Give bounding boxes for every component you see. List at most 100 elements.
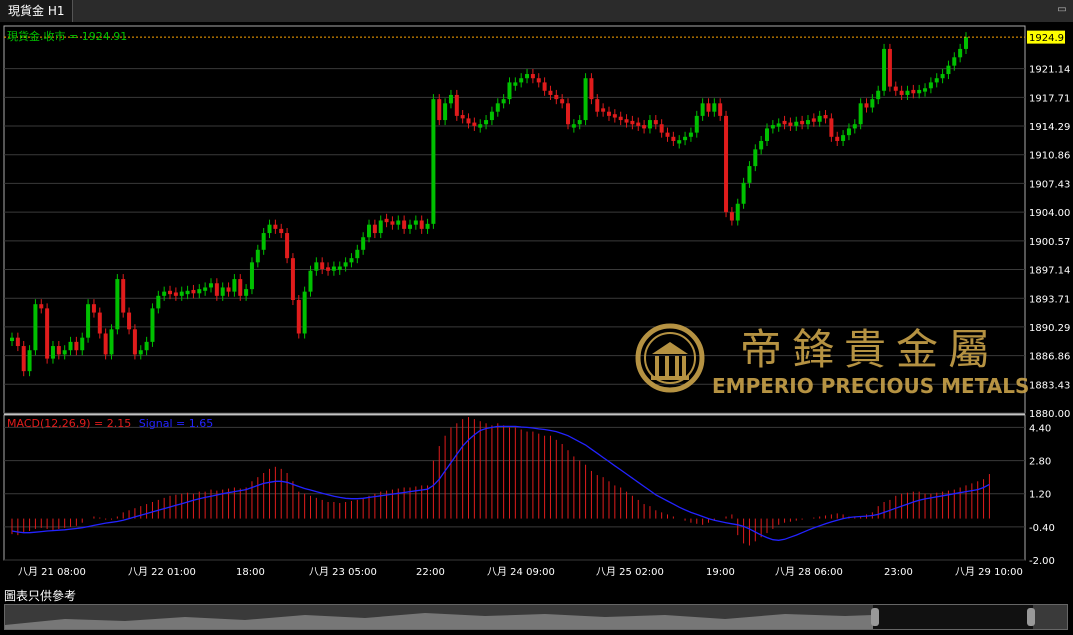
candle-body xyxy=(454,94,459,116)
watermark-cn-text: 帝鋒貴金屬 xyxy=(740,325,1000,374)
candle-body xyxy=(560,99,565,104)
candle-body xyxy=(589,78,594,100)
time-tick-label: 18:00 xyxy=(236,567,265,578)
price-tick-label: 1907.43 xyxy=(1029,179,1070,190)
candle-body xyxy=(121,279,126,313)
candle-body xyxy=(893,86,898,91)
candle-body xyxy=(636,122,641,126)
candle-body xyxy=(302,291,307,334)
candle-body xyxy=(226,287,231,292)
candle-body xyxy=(68,341,73,351)
candle-body xyxy=(56,346,61,355)
scrollbar-left-handle[interactable] xyxy=(871,608,879,626)
candle-body xyxy=(706,103,711,112)
candle-body xyxy=(694,115,699,133)
macd-tick-label: 4.40 xyxy=(1029,423,1051,434)
candle-body xyxy=(91,304,96,313)
price-tick-label: 1880.00 xyxy=(1029,409,1070,420)
maximize-icon[interactable]: ▭ xyxy=(1055,3,1069,17)
chart-scrollbar[interactable] xyxy=(4,604,1068,630)
candle-body xyxy=(115,279,120,330)
candle-body xyxy=(536,78,541,83)
candle-body xyxy=(162,291,167,296)
price-tick-label: 1886.86 xyxy=(1029,352,1070,363)
candle-body xyxy=(876,90,881,100)
price-chart[interactable]: 帝鋒貴金屬 EMPERIO PRECIOUS METALS 1921.14 191… xyxy=(0,22,1073,602)
tab-spot-gold-h1[interactable]: 現貨金 H1 xyxy=(0,0,74,22)
candle-body xyxy=(150,308,155,342)
candle-body xyxy=(238,279,243,296)
price-tick-label: 1921.14 xyxy=(1029,65,1070,76)
candle-body xyxy=(45,308,50,359)
candle-body xyxy=(934,78,939,83)
candle-body xyxy=(267,224,272,234)
candle-body xyxy=(864,103,869,108)
candle-body xyxy=(367,224,372,238)
candle-body xyxy=(407,224,412,229)
candle-body xyxy=(741,182,746,204)
candle-body xyxy=(899,90,904,95)
candle-body xyxy=(928,82,933,89)
candle-body xyxy=(33,304,38,351)
scrollbar-right-handle[interactable] xyxy=(1027,608,1035,626)
candle-body xyxy=(74,341,79,351)
candle-body xyxy=(460,115,465,119)
candle-body xyxy=(244,289,249,296)
macd-tick-label: 2.80 xyxy=(1029,457,1051,468)
candle-body xyxy=(852,124,857,129)
candle-body xyxy=(208,283,213,288)
candle-body xyxy=(647,120,652,129)
candle-body xyxy=(232,279,237,292)
candle-body xyxy=(448,94,453,104)
candle-body xyxy=(530,74,535,79)
time-tick-label: 22:00 xyxy=(416,567,445,578)
candle-body xyxy=(776,123,781,127)
candle-body xyxy=(887,48,892,87)
candle-body xyxy=(747,166,752,183)
candle-body xyxy=(425,223,430,229)
candle-body xyxy=(665,132,670,137)
candle-body xyxy=(612,114,617,118)
candle-body xyxy=(805,120,810,125)
price-tick-label: 1910.86 xyxy=(1029,151,1070,162)
candle-body xyxy=(203,287,208,291)
candle-body xyxy=(132,329,137,355)
price-tick-label: 1917.71 xyxy=(1029,93,1070,104)
macd-panel-title: MACD(12,26,9) = 2.15 Signal = 1.65 xyxy=(7,417,213,430)
price-tick-label: 1883.43 xyxy=(1029,380,1070,391)
candle-body xyxy=(811,118,816,122)
candle-body xyxy=(782,120,787,125)
candle-body xyxy=(846,128,851,136)
candle-body xyxy=(326,267,331,271)
scrollbar-visible-range[interactable] xyxy=(873,605,1033,629)
candle-body xyxy=(279,228,284,234)
candle-body xyxy=(759,140,764,150)
candle-body xyxy=(501,99,506,104)
time-tick-label: 八月 24 09:00 xyxy=(487,566,555,578)
candle-body xyxy=(15,337,20,347)
candle-body xyxy=(290,258,295,301)
candle-body xyxy=(39,304,44,309)
candle-body xyxy=(583,78,588,121)
candle-body xyxy=(683,136,688,141)
signal-value-label: Signal = 1.65 xyxy=(139,417,214,430)
candle-body xyxy=(138,350,143,355)
candle-body xyxy=(402,220,407,229)
candle-body xyxy=(144,341,149,351)
time-tick-label: 八月 28 06:00 xyxy=(775,566,843,578)
candle-body xyxy=(729,212,734,221)
price-tick-label: 1904.00 xyxy=(1029,208,1070,219)
candle-body xyxy=(659,124,664,133)
candle-body xyxy=(905,90,910,95)
candle-body xyxy=(413,220,418,225)
candle-body xyxy=(478,124,483,128)
candle-body xyxy=(384,218,389,223)
candle-body xyxy=(472,122,477,126)
candle-body xyxy=(378,220,383,234)
candle-body xyxy=(191,289,196,294)
candle-body xyxy=(419,220,424,229)
macd-tick-label: -2.00 xyxy=(1029,556,1055,567)
candle-body xyxy=(431,99,436,224)
candle-body xyxy=(10,337,14,342)
tab-bar: 現貨金 H1 ▭ xyxy=(0,0,1073,23)
